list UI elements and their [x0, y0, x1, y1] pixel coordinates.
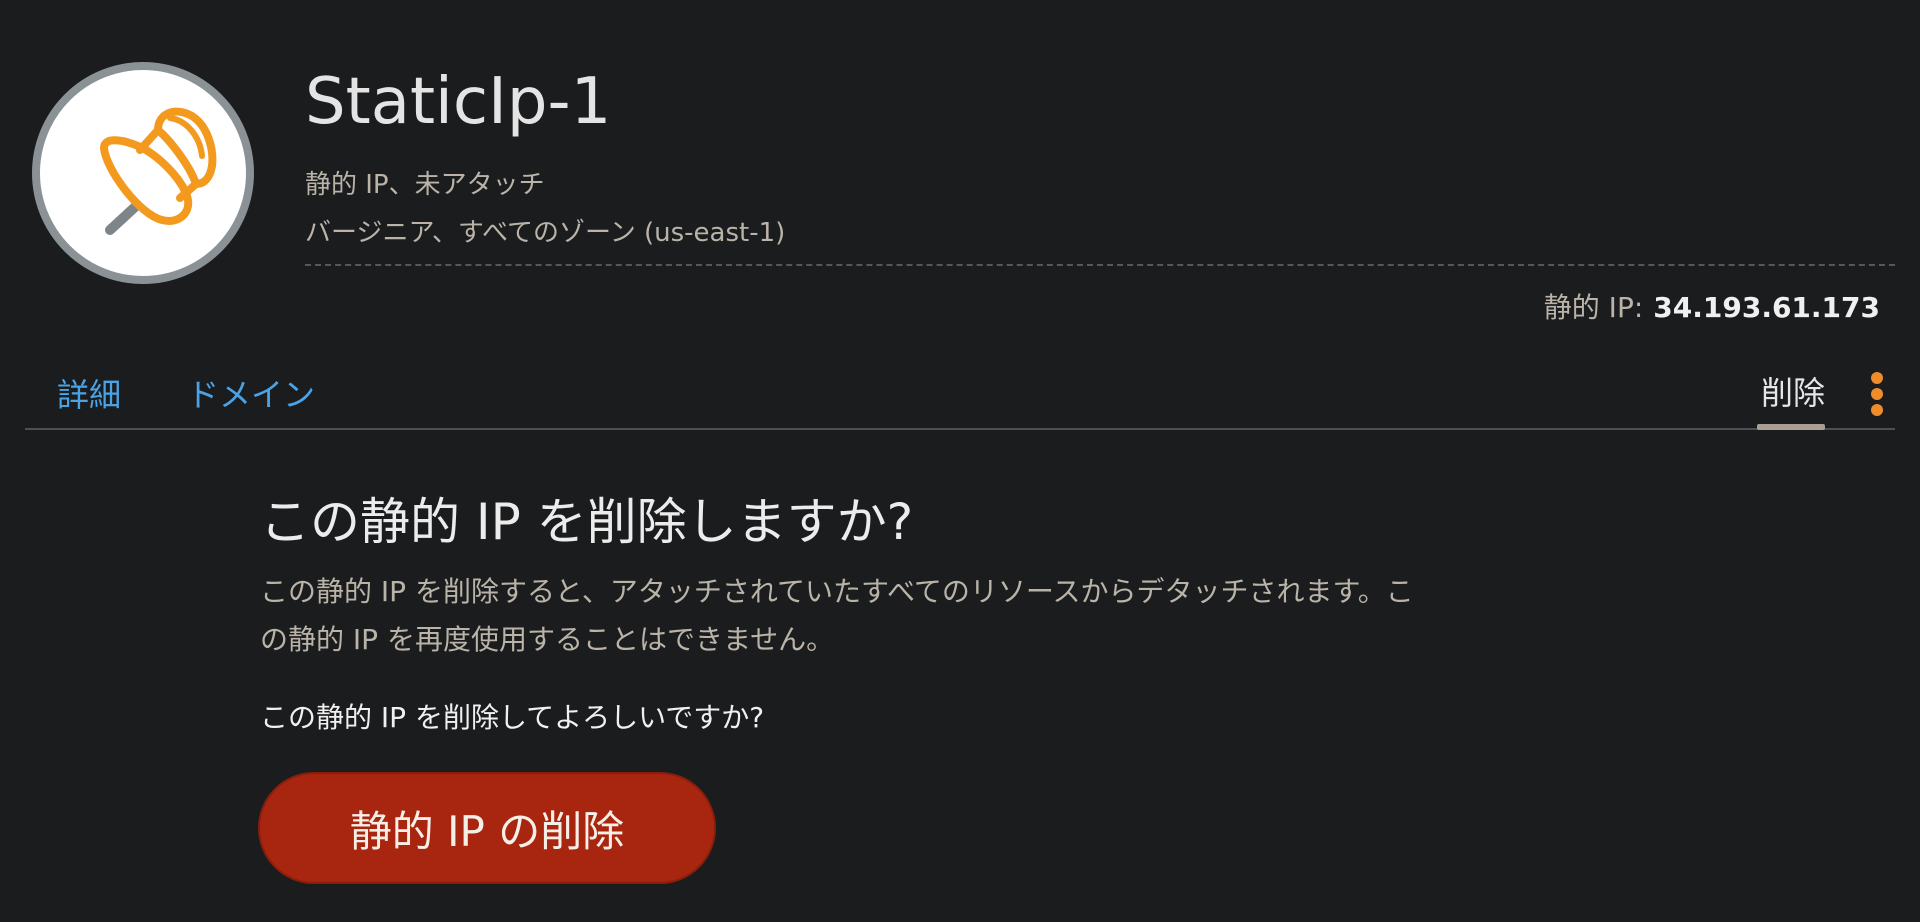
delete-heading: この静的 IP を削除しますか? — [260, 493, 914, 551]
tab-details[interactable]: 詳細 — [57, 370, 121, 416]
delete-description: この静的 IP を削除すると、アタッチされていたすべてのリソースからデタッチされ… — [260, 575, 1414, 656]
resource-status: 静的 IP、未アタッチ — [305, 170, 545, 200]
tab-delete[interactable]: 削除 — [1761, 368, 1825, 414]
static-ip-label: 静的 IP: — [1543, 291, 1644, 324]
static-ip-page: StaticIp-1 静的 IP、未アタッチ バージニア、すべてのゾーン (us… — [0, 0, 1920, 922]
more-options-button[interactable] — [1867, 372, 1887, 416]
more-dot-icon — [1871, 388, 1883, 400]
header-divider — [305, 264, 1895, 266]
more-dot-icon — [1871, 372, 1883, 384]
resource-location: バージニア、すべてのゾーン (us-east-1) — [305, 218, 786, 248]
more-dot-icon — [1871, 404, 1883, 416]
tab-bar: 詳細 ドメイン 削除 — [25, 360, 1895, 430]
delete-confirm-question: この静的 IP を削除してよろしいですか? — [260, 701, 765, 734]
pushpin-avatar — [32, 62, 254, 284]
pushpin-icon — [100, 107, 217, 235]
tab-domains[interactable]: ドメイン — [187, 370, 315, 416]
delete-static-ip-button[interactable]: 静的 IP の削除 — [258, 772, 716, 884]
active-tab-indicator — [1757, 424, 1825, 430]
static-ip-value: 34.193.61.173 — [1653, 291, 1880, 324]
page-title: StaticIp-1 — [305, 65, 612, 139]
static-ip-readout: 静的 IP: 34.193.61.173 — [1544, 286, 1880, 326]
